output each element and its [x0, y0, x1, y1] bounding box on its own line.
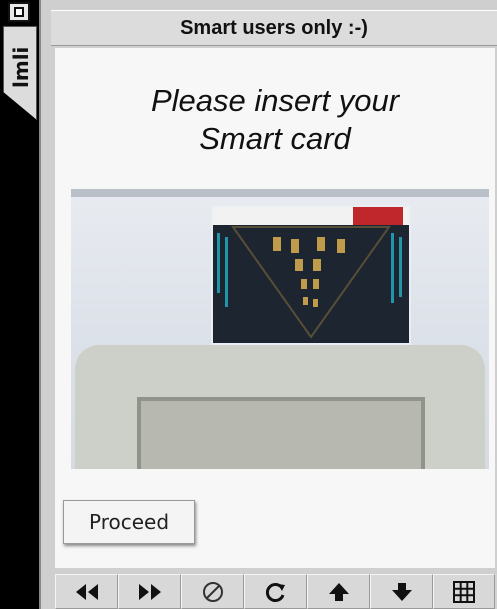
fast-forward-button[interactable]: [118, 574, 181, 609]
rewind-button[interactable]: [55, 574, 118, 609]
page-heading: Please insert your Smart card: [55, 82, 495, 158]
side-tab-label-area[interactable]: lmli: [3, 26, 37, 120]
window-box-icon[interactable]: [8, 2, 30, 22]
arrow-down-button[interactable]: [370, 574, 433, 609]
rewind-icon: [75, 583, 98, 600]
card-reader-screen: [137, 397, 425, 469]
navigation-toolbar: [55, 574, 497, 609]
window-title: Smart users only :-): [51, 10, 497, 46]
stop-icon: [202, 581, 223, 602]
stop-button[interactable]: [181, 574, 244, 609]
grid-icon: [453, 580, 475, 603]
fast-forward-icon: [138, 583, 161, 600]
arrow-up-button[interactable]: [307, 574, 370, 609]
smart-card-reader-photo: [71, 189, 489, 469]
window-box-inner: [14, 7, 24, 17]
smart-card-image: [211, 205, 411, 345]
main-window: Smart users only :-) Please insert your …: [39, 0, 497, 609]
card-reader-device: [75, 345, 485, 469]
arrow-up-icon: [328, 582, 349, 601]
arrow-down-icon: [391, 582, 412, 601]
proceed-button[interactable]: Proceed: [63, 500, 195, 544]
grid-button[interactable]: [433, 574, 495, 609]
photo-background-line: [71, 189, 489, 197]
heading-line-1: Please insert your: [150, 83, 400, 118]
screen: lmli Smart users only :-) Please insert …: [0, 0, 497, 609]
reload-button[interactable]: [244, 574, 307, 609]
reload-icon: [265, 582, 285, 602]
heading-line-2: Smart card: [199, 121, 351, 156]
content-area: Please insert your Smart card Proceed: [55, 48, 495, 568]
side-tab[interactable]: lmli: [0, 0, 40, 124]
side-tab-label: lmli: [9, 46, 33, 88]
card-pattern: [217, 226, 402, 339]
